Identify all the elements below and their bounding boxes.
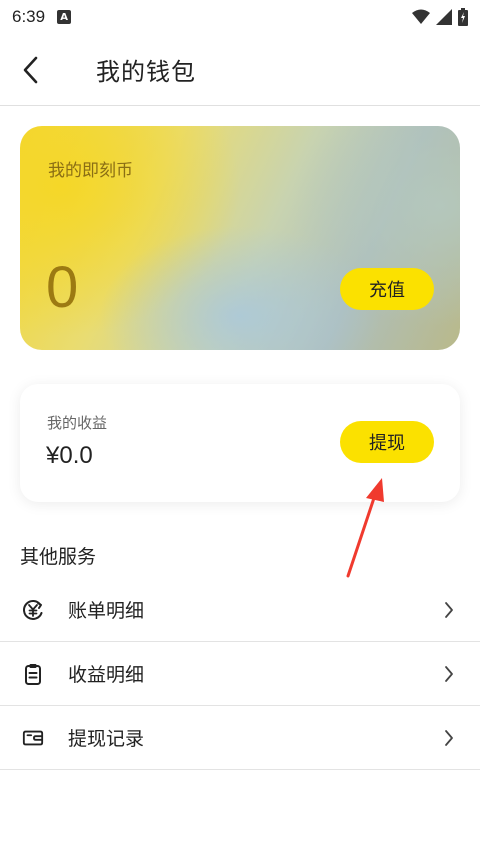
- earnings-card: 我的收益 ¥0.0 提现: [20, 384, 460, 502]
- app-header: 我的钱包: [0, 34, 480, 106]
- recharge-button[interactable]: 充值: [340, 268, 434, 310]
- signal-icon: [436, 9, 452, 25]
- battery-icon: [458, 8, 468, 26]
- earnings-label: 我的收益: [47, 414, 108, 432]
- clipboard-icon: [22, 663, 44, 685]
- chevron-right-icon: [444, 728, 458, 748]
- service-item-withdraw-records[interactable]: 提现记录: [0, 706, 480, 770]
- wallet-icon: [22, 727, 44, 749]
- earnings-value: ¥0.0: [46, 442, 93, 469]
- service-label: 提现记录: [68, 728, 145, 750]
- back-button[interactable]: [0, 34, 60, 106]
- coin-balance-value: 0: [46, 255, 79, 320]
- service-item-earnings-details[interactable]: 收益明细: [0, 642, 480, 706]
- chevron-right-icon: [444, 664, 458, 684]
- status-bar: 6:39 A: [0, 0, 480, 34]
- section-title-other-services: 其他服务: [20, 546, 97, 568]
- yen-circle-icon: [22, 599, 44, 621]
- service-label: 收益明细: [68, 664, 145, 686]
- page-title: 我的钱包: [96, 58, 196, 86]
- withdraw-button[interactable]: 提现: [340, 421, 434, 463]
- coin-balance-card: 我的即刻币 0 充值: [20, 126, 460, 350]
- back-arrow-icon: [23, 56, 38, 83]
- service-label: 账单明细: [68, 600, 145, 622]
- status-time: 6:39: [12, 7, 46, 26]
- chevron-right-icon: [444, 600, 458, 620]
- service-list: 账单明细 收益明细 提现记录: [0, 578, 480, 770]
- status-icons: [412, 8, 468, 26]
- wifi-icon: [412, 9, 430, 24]
- service-item-bill-details[interactable]: 账单明细: [0, 578, 480, 642]
- notification-a-icon: A: [57, 10, 72, 24]
- coin-label: 我的即刻币: [48, 161, 133, 181]
